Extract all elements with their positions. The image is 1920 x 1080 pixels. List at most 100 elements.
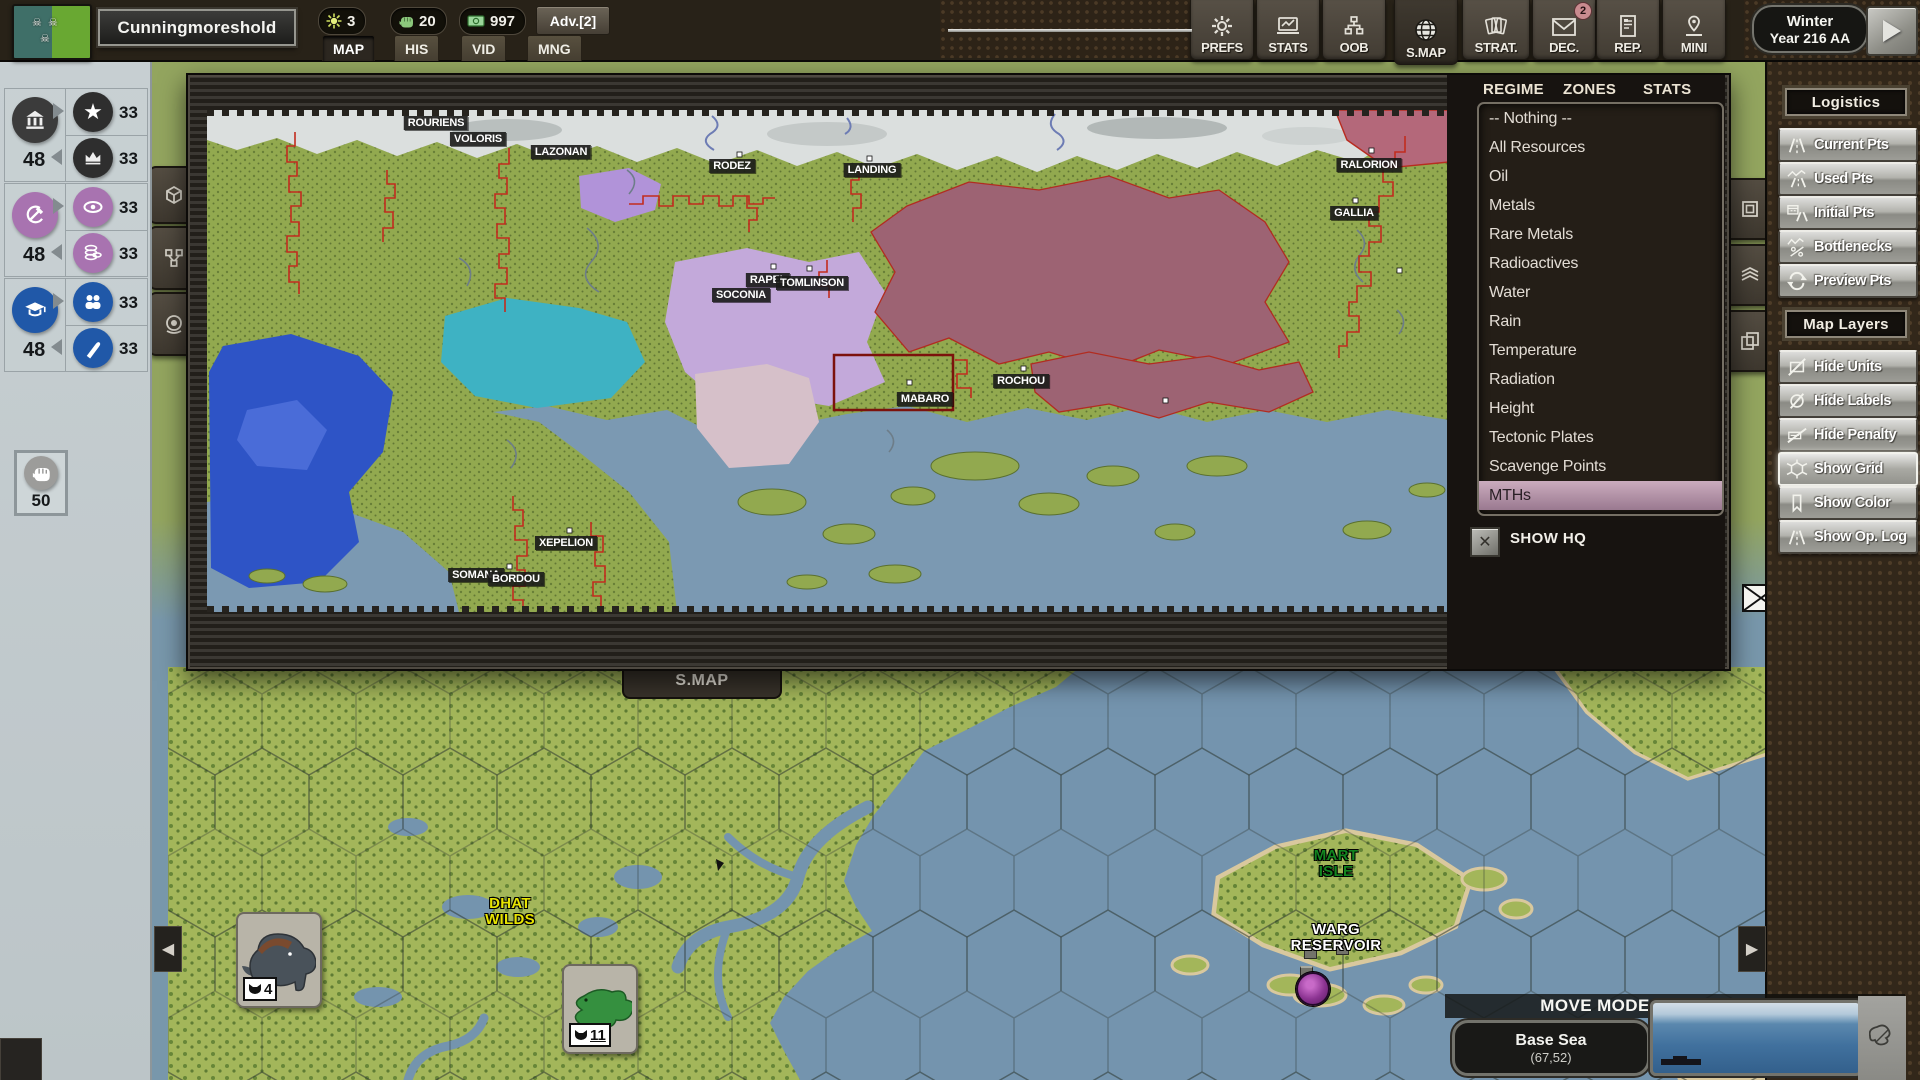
layer-option[interactable]: Rain [1479,307,1722,336]
city-marker[interactable] [1296,972,1330,1006]
layer-option[interactable]: -- Nothing -- [1479,104,1722,133]
decision-count-badge: 2 [1574,2,1592,20]
game-screen: DHAT WILDS MART ISLE WARG RESERVOIR 4 [0,0,1920,1080]
skull-flag-icon[interactable]: ☠ ☠ ☠ [12,4,92,60]
show-op-log-button[interactable]: Show Op. Log [1778,520,1918,554]
hide-labels-icon [1784,390,1810,412]
used-pts-button[interactable]: Used Pts [1778,162,1918,196]
scroll-left-arrow[interactable]: ◀ [154,926,182,972]
end-turn-button[interactable] [1866,6,1918,56]
layer-option[interactable]: Scavenge Points [1479,452,1722,481]
scroll-right-arrow[interactable]: ▶ [1738,926,1766,972]
top-bar: ☠ ☠ ☠ Cunningmoreshold 3 20 997 [0,0,1920,62]
education-icon [12,287,58,333]
hide-penalty-button[interactable]: Hide Penalty [1778,418,1918,452]
show-hq-checkbox[interactable]: ✕ [1470,527,1500,557]
stat-value: 33 [119,103,138,123]
culture-stat-group[interactable]: 48 33 33 [4,278,148,372]
city-label: TOMLINSON [776,276,848,290]
layer-option[interactable]: Tectonic Plates [1479,423,1722,452]
panel-tab-zones[interactable]: ZONES [1563,81,1616,101]
cube-icon [162,183,186,207]
unrest-indicator[interactable]: 50 [14,450,68,516]
pin-icon [1682,14,1706,38]
target-icon [162,312,186,336]
prefs-button[interactable]: PREFS [1190,0,1254,60]
mini-button[interactable]: MINI [1662,0,1726,60]
globe-icon [1413,17,1439,43]
area-label-mart-isle: MART ISLE [1286,848,1386,880]
layer-option[interactable]: Metals [1479,191,1722,220]
tab-vid[interactable]: VID [461,35,506,61]
bottlenecks-button[interactable]: Bottlenecks [1778,230,1918,264]
beast-unit[interactable]: 4 [236,912,322,1008]
regime-stats-sidebar: 48 ★ 33 33 48 33 33 [0,60,152,1080]
layer-option[interactable]: Oil [1479,162,1722,191]
beast-face-icon [248,983,262,995]
tile-name: Base Sea [1515,1032,1586,1050]
layer-option[interactable]: Temperature [1479,336,1722,365]
area-label-dhat-wilds: DHAT WILDS [450,896,570,928]
play-icon [1883,20,1901,42]
show-color-button[interactable]: Show Color [1778,486,1918,520]
map-edge-teeth [207,606,1449,612]
layer-option[interactable]: Radioactives [1479,249,1722,278]
rep-button[interactable]: REP. [1596,0,1660,60]
stats-button[interactable]: STATS [1256,0,1320,60]
beast-face-icon [574,1029,588,1041]
hide-units-icon [1784,356,1810,378]
crown-icon [73,138,113,178]
credits-resource: 997 [459,7,526,35]
layer-option[interactable]: Water [1479,278,1722,307]
layers-icon [1738,263,1762,287]
world-map[interactable]: ROURIENS VOLORIS LAZONAN RODEZ LANDING R… [207,110,1449,612]
initial-pts-button[interactable]: Initial Pts [1778,196,1918,230]
tactical-map[interactable]: DHAT WILDS MART ISLE WARG RESERVOIR 4 [168,667,1765,1080]
envelope-icon [1551,16,1577,38]
turn-display: Winter Year 216 AA [1752,5,1868,53]
club-icon [73,328,113,368]
oob-button[interactable]: OOB [1322,0,1386,60]
hide-labels-button[interactable]: Hide Labels [1778,384,1918,418]
city-label: BORDOU [488,572,544,586]
layer-option[interactable]: Height [1479,394,1722,423]
advisor-button[interactable]: Adv.[2] [536,6,610,35]
smap-button[interactable]: S.MAP [1394,0,1458,65]
show-grid-button[interactable]: Show Grid [1778,452,1918,486]
tab-mng[interactable]: MNG [527,35,582,61]
tab-map[interactable]: MAP [322,35,375,61]
city-label: SOCONIA [712,288,770,302]
stat-value: 33 [119,244,138,264]
tile-coords: (67,52) [1530,1050,1571,1065]
regime-name-plate: Cunningmoreshold [98,9,296,46]
panel-tab-stats[interactable]: STATS [1643,81,1691,101]
layer-option[interactable]: Rare Metals [1479,220,1722,249]
layer-option[interactable]: All Resources [1479,133,1722,162]
layer-option[interactable]: Radiation [1479,365,1722,394]
dec-button[interactable]: 2 DEC. [1532,0,1596,60]
hide-units-button[interactable]: Hide Units [1778,350,1918,384]
lizard-unit[interactable]: 11 [562,964,638,1054]
fist-icon [398,13,414,29]
layer-option-selected[interactable]: MTHs [1479,481,1722,510]
tab-his[interactable]: HIS [394,35,439,61]
orgchart-icon [1342,14,1366,38]
stat-value: 48 [23,339,45,362]
panel-tab-regime[interactable]: REGIME [1483,81,1549,101]
stat-value: 33 [119,198,138,218]
stat-value: 33 [119,339,138,359]
current-pts-button[interactable]: Current Pts [1778,128,1918,162]
minimized-panel[interactable] [0,1038,42,1080]
politics-stat-group[interactable]: 48 33 33 [4,183,148,277]
city-label: MABARO [897,392,953,406]
preview-pts-button[interactable]: Preview Pts [1778,264,1918,298]
report-icon [1617,14,1639,38]
city-label: RODEZ [709,159,755,173]
world-terrain [207,110,1449,612]
strat-button[interactable]: STRAT. [1462,0,1530,60]
government-stat-group[interactable]: 48 ★ 33 33 [4,88,148,182]
coins-icon [73,233,113,273]
tactical-terrain [168,667,1765,1080]
stat-value: 48 [23,244,45,267]
cards-icon [1483,14,1509,38]
